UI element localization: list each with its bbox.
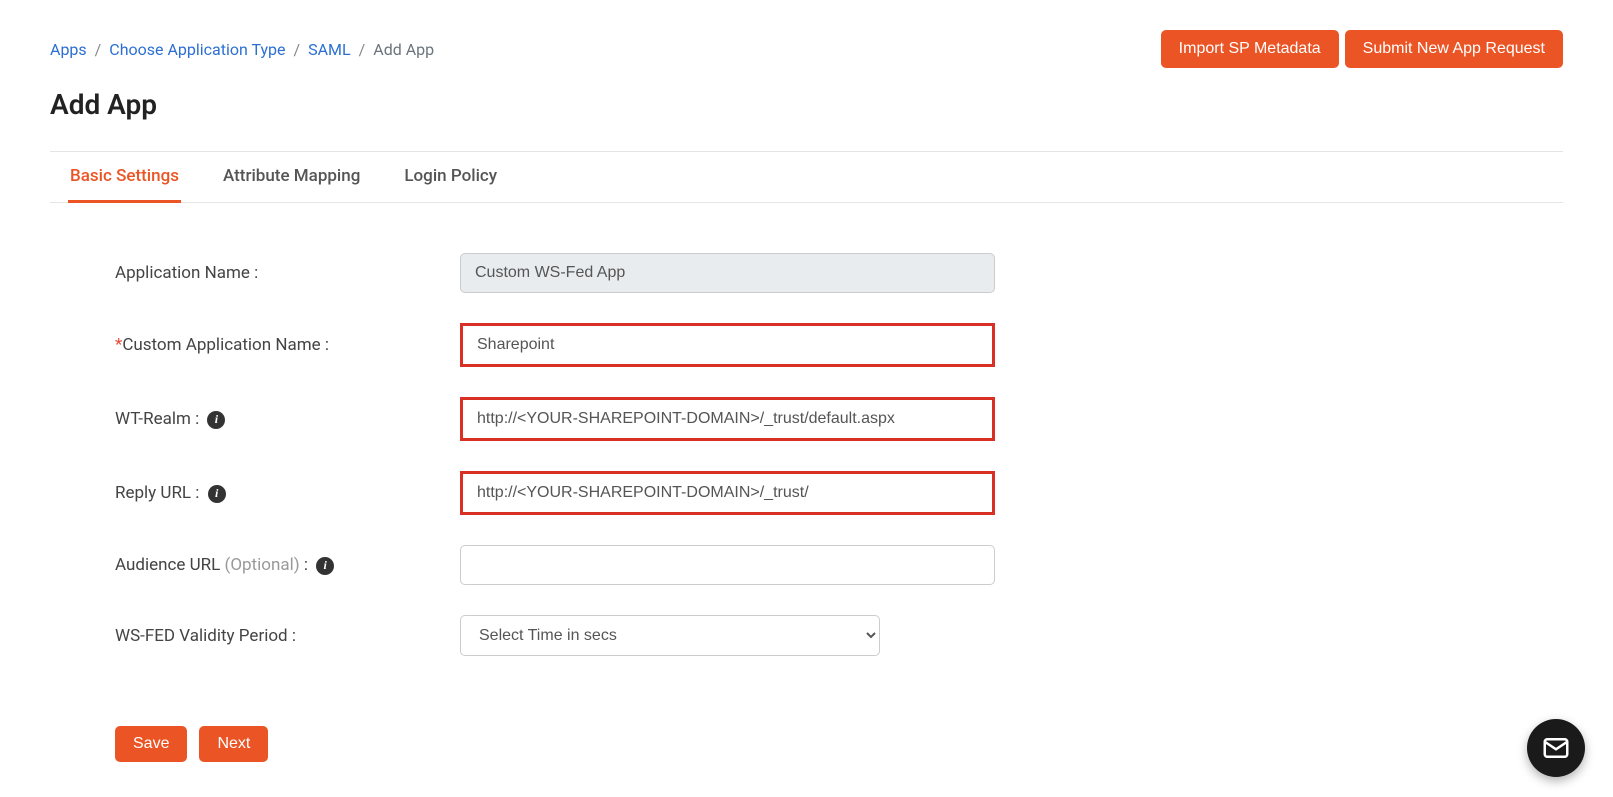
breadcrumb-apps[interactable]: Apps [50, 40, 87, 59]
info-icon[interactable]: i [316, 557, 334, 575]
breadcrumb-current: Add App [373, 40, 434, 59]
info-icon[interactable]: i [208, 485, 226, 503]
page-title: Add App [50, 88, 1563, 121]
custom-app-name-label: *Custom Application Name : [115, 335, 460, 355]
application-name-input [460, 253, 995, 293]
submit-new-app-button[interactable]: Submit New App Request [1345, 30, 1563, 68]
audience-url-label: Audience URL (Optional) : i [115, 555, 460, 575]
breadcrumb-sep: / [359, 40, 366, 59]
validity-period-select[interactable]: Select Time in secs [460, 615, 880, 656]
import-sp-metadata-button[interactable]: Import SP Metadata [1161, 30, 1339, 68]
breadcrumb-sep: / [95, 40, 102, 59]
wt-realm-input[interactable] [460, 397, 995, 441]
mail-icon [1541, 733, 1571, 763]
tabs: Basic Settings Attribute Mapping Login P… [50, 152, 1563, 203]
breadcrumb-sep: / [294, 40, 301, 59]
breadcrumb-saml[interactable]: SAML [308, 40, 351, 59]
wt-realm-label: WT-Realm : i [115, 409, 460, 429]
reply-url-input[interactable] [460, 471, 995, 515]
save-button[interactable]: Save [115, 726, 187, 762]
form-section: Application Name : *Custom Application N… [50, 203, 1563, 706]
next-button[interactable]: Next [199, 726, 268, 762]
info-icon[interactable]: i [207, 411, 225, 429]
reply-url-label: Reply URL : i [115, 483, 460, 503]
tab-login-policy[interactable]: Login Policy [402, 152, 499, 203]
chat-bubble-button[interactable] [1527, 719, 1585, 777]
validity-period-label: WS-FED Validity Period : [115, 626, 460, 646]
audience-url-input[interactable] [460, 545, 995, 585]
breadcrumb-choose-type[interactable]: Choose Application Type [109, 40, 285, 59]
tab-basic-settings[interactable]: Basic Settings [68, 152, 181, 203]
breadcrumb: Apps / Choose Application Type / SAML / … [50, 40, 434, 59]
application-name-label: Application Name : [115, 263, 460, 283]
tab-attribute-mapping[interactable]: Attribute Mapping [221, 152, 362, 203]
custom-app-name-input[interactable] [460, 323, 995, 367]
